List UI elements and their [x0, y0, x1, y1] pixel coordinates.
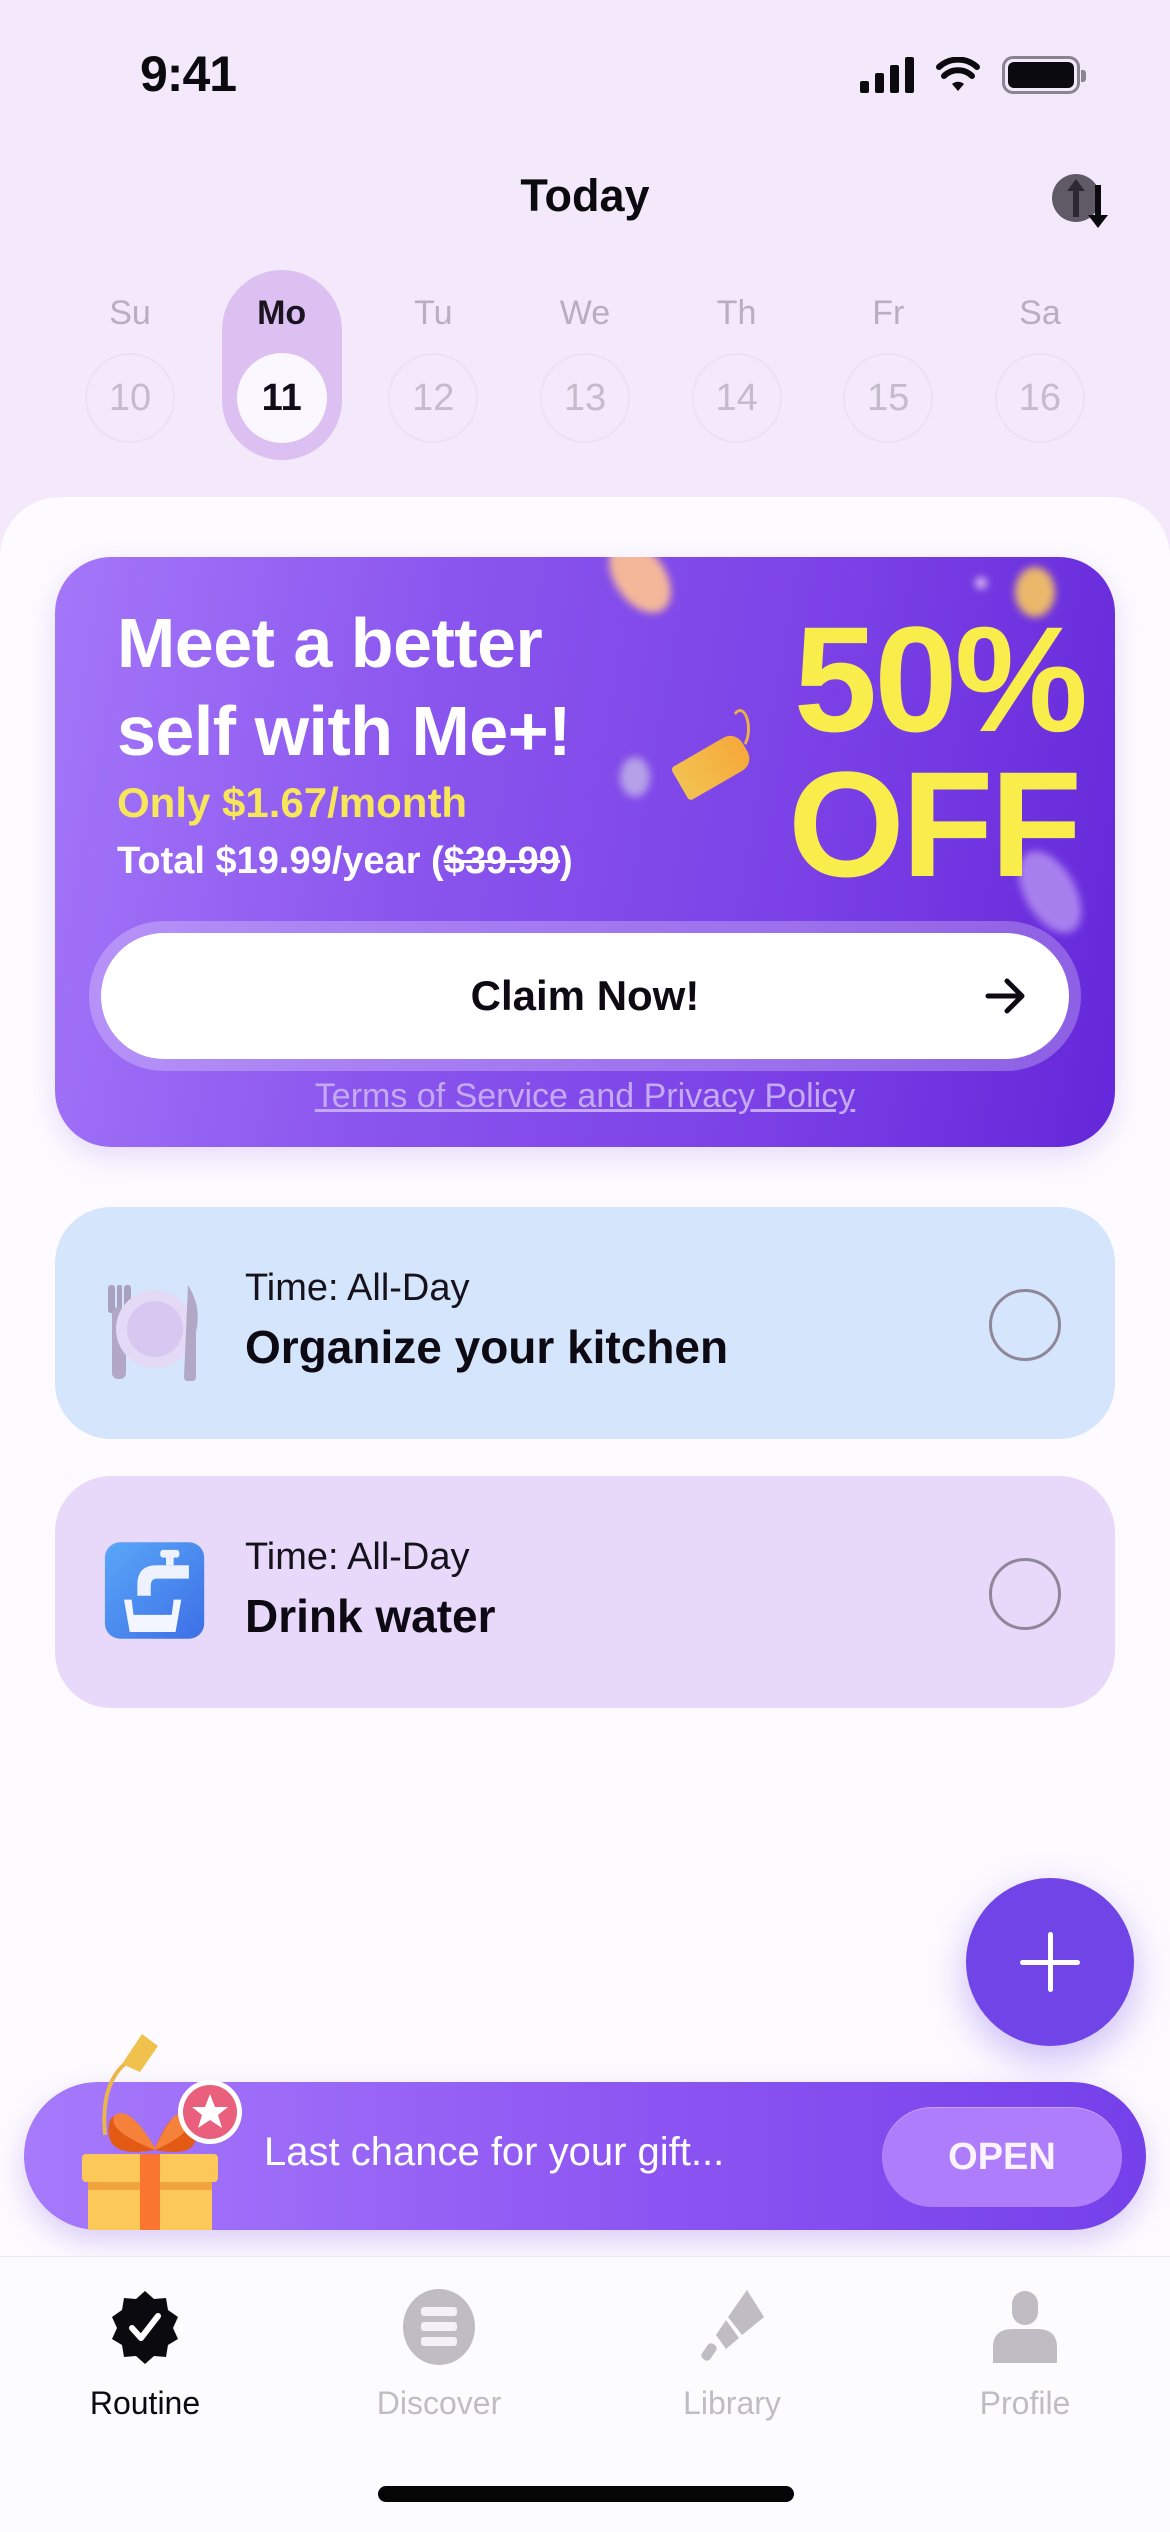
day-name: Fr — [872, 294, 905, 332]
claim-now-label: Claim Now! — [470, 972, 700, 1019]
day-date: 12 — [388, 353, 479, 443]
tab-label: Discover — [376, 2385, 502, 2421]
tab-label: Routine — [89, 2385, 201, 2421]
water-tap-icon — [104, 1542, 205, 1639]
day-date: 10 — [85, 353, 175, 443]
task-time: Time: All-Day — [245, 1536, 470, 1578]
discount-label: OFF — [788, 740, 1082, 908]
discount-badge: 50% OFF — [705, 604, 1088, 908]
day-date: 14 — [691, 353, 782, 443]
page-title: Today — [520, 170, 650, 221]
discount-value: 50% — [793, 595, 1088, 763]
task-complete-checkbox[interactable] — [989, 1558, 1061, 1630]
day-fr[interactable]: Fr 15 — [828, 270, 948, 460]
day-name: Th — [716, 294, 757, 332]
day-date: 11 — [236, 353, 327, 443]
tab-library[interactable]: Library — [632, 2287, 832, 2447]
promo-card[interactable]: Meet a better self with Me+! Only $1.67/… — [55, 557, 1115, 1147]
gift-banner-text: Last chance for your gift... — [264, 2130, 725, 2174]
total-prefix: Total $19.99/year ( — [117, 840, 444, 882]
claim-now-button[interactable]: Claim Now! — [101, 933, 1069, 1059]
tab-routine[interactable]: Routine — [45, 2287, 245, 2447]
open-gift-label: OPEN — [948, 2135, 1056, 2178]
day-name: We — [559, 294, 611, 332]
status-time: 9:41 — [140, 46, 237, 102]
gift-box-icon — [82, 2034, 242, 2230]
week-day-selector: Su 10 Mo 11 Tu 12 We 13 Th 14 Fr 15 Sa 1… — [70, 270, 1100, 470]
brush-icon — [701, 2290, 764, 2361]
task-name: Organize your kitchen — [245, 1321, 729, 1373]
promo-title-line1: Meet a better — [117, 604, 543, 682]
promo-monthly-price: Only $1.67/month — [117, 779, 468, 826]
day-name: Su — [109, 294, 151, 332]
task-complete-checkbox[interactable] — [989, 1289, 1061, 1361]
terms-privacy-link[interactable]: Terms of Service and Privacy Policy — [55, 1077, 1115, 1116]
day-su[interactable]: Su 10 — [70, 270, 190, 460]
day-mo-selected[interactable]: Mo 11 — [221, 270, 342, 460]
home-indicator[interactable] — [378, 2486, 794, 2502]
day-th[interactable]: Th 14 — [677, 270, 797, 460]
day-date: 13 — [539, 353, 630, 443]
total-suffix: ) — [559, 840, 573, 882]
task-name: Drink water — [245, 1590, 496, 1642]
battery-icon — [1002, 56, 1086, 94]
tab-discover[interactable]: Discover — [339, 2287, 539, 2447]
person-icon — [993, 2291, 1057, 2363]
promo-title-line2: self with Me+! — [117, 692, 571, 770]
plate-cutlery-icon — [108, 1285, 198, 1381]
discover-list-icon — [403, 2289, 475, 2365]
promo-yearly-total: Total $19.99/year ($39.99) — [117, 840, 573, 883]
task-time: Time: All-Day — [245, 1267, 470, 1309]
day-name: Mo — [257, 294, 307, 332]
day-date: 16 — [994, 353, 1085, 443]
add-task-button[interactable] — [966, 1878, 1134, 2046]
original-price: $39.99 — [443, 840, 560, 882]
task-card[interactable]: Time: All-Day Drink water — [55, 1476, 1115, 1708]
tab-label: Profile — [979, 2385, 1071, 2421]
verified-badge-icon — [112, 2291, 178, 2364]
open-gift-button[interactable]: OPEN — [882, 2107, 1122, 2207]
claim-button-halo: Claim Now! — [89, 921, 1081, 1071]
task-card[interactable]: Time: All-Day Organize your kitchen — [55, 1207, 1115, 1439]
cellular-signal-icon — [860, 57, 914, 93]
day-tu[interactable]: Tu 12 — [373, 270, 493, 460]
day-name: Tu — [414, 294, 453, 332]
status-bar: 9:41 — [0, 0, 1170, 150]
tab-profile[interactable]: Profile — [925, 2287, 1125, 2447]
day-we[interactable]: We 13 — [525, 270, 645, 460]
sort-button[interactable] — [1048, 165, 1118, 235]
tab-label: Library — [683, 2385, 781, 2421]
day-date: 15 — [843, 353, 934, 443]
confetti-decoration — [620, 757, 650, 797]
confetti-decoration — [975, 577, 987, 589]
day-sa[interactable]: Sa 16 — [980, 270, 1100, 460]
day-name: Sa — [1019, 294, 1061, 332]
promo-title: Meet a better self with Me+! — [117, 599, 571, 775]
wifi-icon — [936, 57, 980, 91]
arrow-right-icon — [985, 978, 1025, 1014]
confetti-decoration — [596, 557, 684, 625]
sort-arrows-icon — [1052, 174, 1108, 228]
status-icons — [860, 56, 1086, 94]
